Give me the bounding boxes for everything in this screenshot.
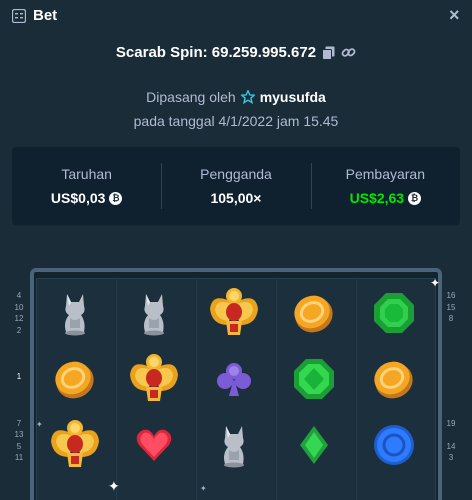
stat-label: Pembayaran	[345, 166, 426, 182]
payline-number	[443, 429, 459, 441]
modal-header: Bet ×	[0, 0, 472, 32]
spin-id-row: Scarab Spin: 69.259.995.672	[0, 44, 472, 61]
reel-divider	[356, 278, 357, 500]
payline-number	[443, 360, 459, 372]
placed-by-prefix: Dipasang oleh	[146, 89, 236, 105]
payout-amount: US$2,63	[349, 190, 405, 206]
payline-number: 8	[448, 314, 454, 324]
payline-number	[443, 406, 459, 418]
stat-value: US$2,63 ₿	[349, 190, 422, 206]
payline-number: 11	[14, 453, 24, 463]
heart-symbol-icon	[119, 414, 189, 476]
close-button[interactable]: ×	[449, 5, 460, 26]
payline-number	[11, 383, 27, 395]
stat-payout: Pembayaran US$2,63 ₿	[310, 147, 460, 225]
payline-number	[443, 394, 459, 406]
payline-number: 19	[446, 418, 456, 428]
cat-statue-symbol-icon	[40, 282, 110, 344]
reel-divider	[116, 278, 117, 500]
payline-numbers-left: 4 10 12 2 1 7 13 5 11	[11, 290, 27, 464]
sparkle-icon: ✦	[200, 484, 207, 493]
stat-value: 105,00×	[210, 190, 261, 206]
payline-numbers-right: 16 15 8 19 14 3	[443, 290, 459, 464]
scarab-symbol-icon	[40, 414, 110, 476]
placed-by: Dipasang oleh myusufda	[0, 89, 472, 105]
reel-divider	[276, 278, 277, 500]
payline-number	[11, 348, 27, 360]
stat-wager: Taruhan US$0,03 ₿	[12, 147, 161, 225]
payline-number: 4	[16, 291, 22, 300]
stat-multiplier: Pengganda 105,00×	[161, 147, 310, 225]
payline-number	[443, 348, 459, 360]
bet-stats: Taruhan US$0,03 ₿ Pengganda 105,00× Pemba…	[12, 147, 460, 225]
coin-symbol-icon	[279, 282, 349, 344]
payline-number	[11, 336, 27, 348]
emerald-round-symbol-icon	[279, 348, 349, 410]
stat-label: Pengganda	[200, 166, 272, 182]
payline-number: 3	[448, 453, 454, 463]
payline-number: 13	[14, 430, 24, 440]
copy-icon[interactable]	[322, 46, 335, 60]
slot-board	[30, 268, 442, 500]
sparkle-icon: ✦	[108, 478, 120, 494]
spin-id: Scarab Spin: 69.259.995.672	[115, 44, 317, 61]
username-link[interactable]: myusufda	[260, 89, 326, 105]
cat-statue-symbol-icon	[199, 414, 269, 476]
bet-date: pada tanggal 4/1/2022 jam 15.45	[133, 113, 339, 129]
payline-number: 10	[14, 302, 24, 312]
stat-value: US$0,03 ₿	[50, 190, 123, 206]
payline-number	[11, 394, 27, 406]
payline-number: 16	[446, 291, 456, 300]
payline-number	[443, 371, 459, 383]
bet-slip-icon	[12, 9, 26, 23]
payline-number	[443, 383, 459, 395]
diamond-symbol-icon	[279, 414, 349, 476]
club-symbol-icon	[199, 348, 269, 410]
link-icon[interactable]	[341, 45, 356, 60]
reel-divider	[196, 278, 197, 500]
coin-symbol-icon	[40, 348, 110, 410]
multiplier-amount: 105,00×	[210, 190, 262, 206]
wager-amount: US$0,03	[50, 190, 106, 206]
sapphire-symbol-icon	[359, 414, 429, 476]
sparkle-icon: ✦	[430, 276, 441, 290]
payline-number	[443, 336, 459, 348]
payline-number: 15	[446, 302, 456, 312]
scarab-symbol-icon	[119, 348, 189, 410]
scarab-symbol-icon	[199, 282, 269, 344]
modal-title: Bet	[33, 7, 58, 24]
payline-number: 14	[446, 441, 456, 451]
payline-number	[11, 360, 27, 372]
payline-number: 2	[16, 325, 22, 335]
btc-coin-icon: ₿	[408, 191, 422, 205]
cat-statue-symbol-icon	[119, 282, 189, 344]
emerald-symbol-icon	[359, 282, 429, 344]
payline-number	[11, 406, 27, 418]
coin-symbol-icon	[359, 348, 429, 410]
btc-coin-icon: ₿	[109, 191, 123, 205]
payline-number: 12	[14, 314, 24, 324]
stat-label: Taruhan	[61, 166, 112, 182]
payline-number: 5	[16, 441, 22, 451]
payline-number: 7	[16, 418, 22, 428]
payline-number: 1	[16, 372, 22, 382]
sparkle-icon: ✦	[36, 420, 43, 429]
star-badge-icon	[240, 90, 255, 104]
payline-number	[443, 325, 459, 337]
